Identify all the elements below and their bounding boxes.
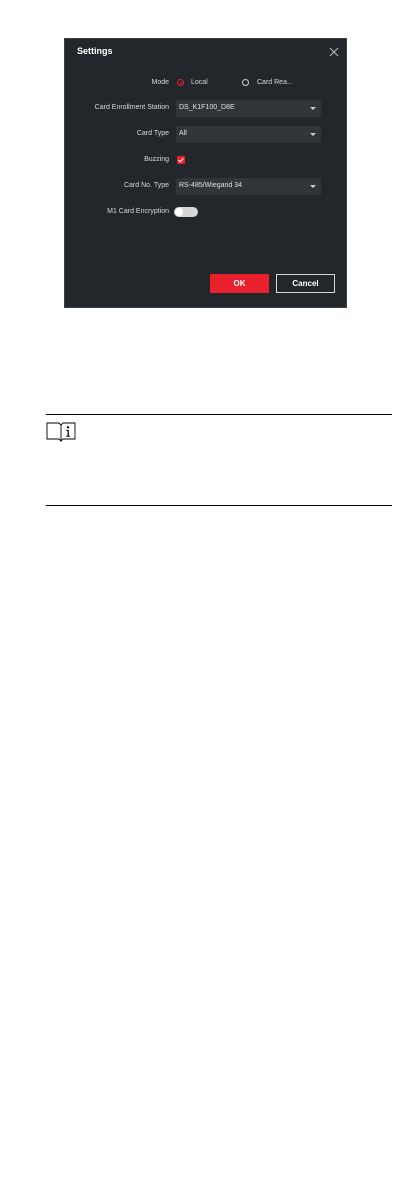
cancel-button[interactable]: Cancel: [276, 274, 335, 293]
card-type-label: Card Type: [136, 130, 169, 137]
settings-dialog: Settings Mode Local Card Rea... Card Enr…: [64, 38, 347, 308]
m1-card-encryption-toggle[interactable]: [174, 207, 198, 217]
ok-button[interactable]: OK: [210, 274, 269, 293]
chevron-down-icon: [310, 185, 316, 188]
note-top-rule: [46, 414, 392, 415]
mode-card-reader-label: Card Rea...: [257, 79, 293, 86]
card-enrollment-station-label: Card Enrollment Station: [94, 104, 169, 111]
card-no-type-label: Card No. Type: [123, 182, 169, 189]
card-type-value: All: [179, 130, 187, 137]
note-bottom-rule: [46, 505, 392, 506]
mode-label: Mode: [151, 79, 169, 86]
card-no-type-value: RS-485/Wiegand 34: [179, 182, 243, 189]
buzzing-checkbox[interactable]: [177, 156, 185, 164]
mode-local-label: Local: [191, 79, 208, 86]
mode-radio-card-reader[interactable]: [242, 79, 249, 86]
chevron-down-icon: [310, 107, 316, 110]
buzzing-label: Buzzing: [144, 156, 169, 163]
mode-radio-local[interactable]: [177, 79, 184, 86]
card-type-select[interactable]: All: [176, 126, 321, 143]
card-enrollment-station-value: DS_K1F100_D8E: [179, 104, 235, 111]
toggle-knob: [175, 208, 183, 216]
card-no-type-select[interactable]: RS-485/Wiegand 34: [176, 178, 321, 195]
checkmark-icon: [178, 157, 184, 163]
dialog-title: Settings: [77, 46, 113, 56]
m1-card-encryption-label: M1 Card Encryption: [107, 208, 169, 215]
close-icon[interactable]: [328, 46, 340, 58]
chevron-down-icon: [310, 133, 316, 136]
info-book-icon: [46, 422, 76, 442]
card-enrollment-station-select[interactable]: DS_K1F100_D8E: [176, 100, 321, 117]
